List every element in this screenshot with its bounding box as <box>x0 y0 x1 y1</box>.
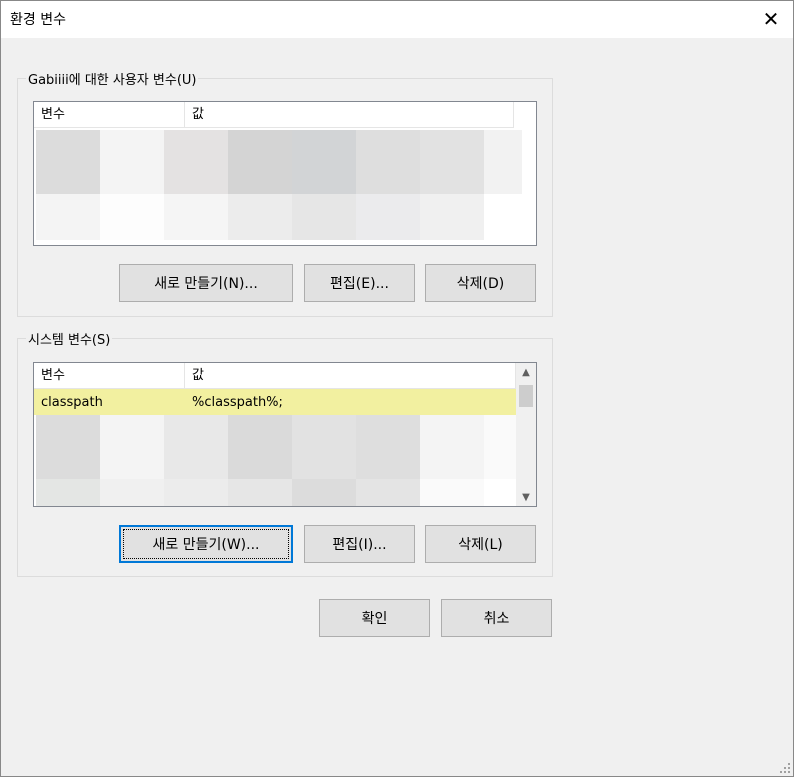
vertical-scrollbar[interactable]: ▲ ▼ <box>516 363 536 506</box>
system-edit-button[interactable]: 편집(I)... <box>304 525 415 563</box>
system-variables-group: 시스템 변수(S) 변수 값 classpath %classpath%; ▲ … <box>17 329 553 577</box>
column-header-variable[interactable]: 변수 <box>34 363 185 389</box>
system-delete-button[interactable]: 삭제(L) <box>425 525 536 563</box>
close-button[interactable]: ✕ <box>748 0 794 38</box>
title-bar: 환경 변수 ✕ <box>0 0 794 38</box>
column-header-value[interactable]: 값 <box>185 102 514 128</box>
close-icon: ✕ <box>762 7 780 31</box>
user-variables-group: Gabiiii에 대한 사용자 변수(U) 변수 값 새로 만들기(N)... … <box>17 69 553 317</box>
scroll-down-icon[interactable]: ▼ <box>516 488 536 506</box>
user-variables-list[interactable]: 변수 값 <box>33 101 537 246</box>
table-row-classpath[interactable]: classpath %classpath%; <box>34 389 516 415</box>
system-new-button[interactable]: 새로 만들기(W)... <box>119 525 293 563</box>
user-delete-button[interactable]: 삭제(D) <box>425 264 536 302</box>
row-variable-name: classpath <box>41 394 103 410</box>
user-new-button[interactable]: 새로 만들기(N)... <box>119 264 293 302</box>
row-variable-value: %classpath%; <box>192 394 283 410</box>
system-variables-header: 변수 값 <box>34 363 516 389</box>
system-variables-list[interactable]: 변수 값 classpath %classpath%; ▲ ▼ <box>33 362 537 507</box>
cancel-button[interactable]: 취소 <box>441 599 552 637</box>
user-variables-label: Gabiiii에 대한 사용자 변수(U) <box>26 69 199 88</box>
user-variables-header: 변수 값 <box>34 102 514 128</box>
window-title: 환경 변수 <box>10 12 66 28</box>
column-header-variable[interactable]: 변수 <box>34 102 185 128</box>
scroll-thumb[interactable] <box>519 385 533 407</box>
ok-button[interactable]: 확인 <box>319 599 430 637</box>
resize-grip-icon[interactable] <box>779 762 791 774</box>
column-header-value[interactable]: 값 <box>185 363 516 389</box>
system-variables-label: 시스템 변수(S) <box>26 329 113 348</box>
scroll-up-icon[interactable]: ▲ <box>516 363 536 381</box>
user-edit-button[interactable]: 편집(E)... <box>304 264 415 302</box>
